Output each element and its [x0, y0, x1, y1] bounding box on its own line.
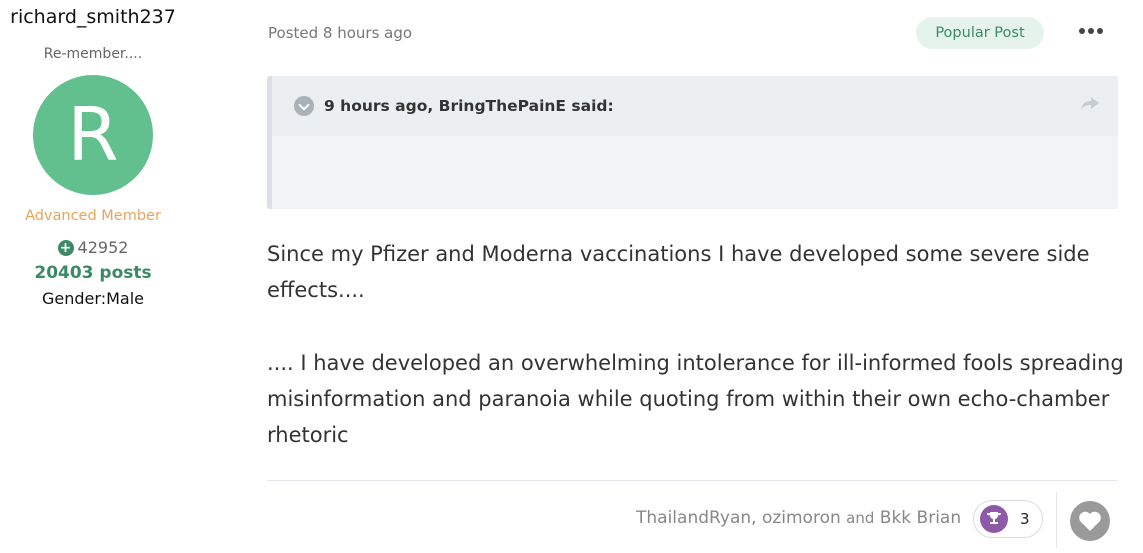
- reaction-count: 3: [1020, 510, 1030, 528]
- trophy-icon: [980, 505, 1008, 533]
- post-paragraph: Since my Pfizer and Moderna vaccinations…: [267, 242, 1090, 302]
- share-icon[interactable]: [1080, 96, 1100, 114]
- reputation: + 42952: [0, 238, 186, 257]
- quote-citation: 9 hours ago, BringThePainE said:: [324, 97, 614, 115]
- plus-circle-icon: +: [57, 239, 74, 256]
- chevron-down-icon[interactable]: [294, 96, 314, 116]
- author-username[interactable]: richard_smith237: [0, 5, 186, 30]
- post-paragraph: .... I have developed an overwhelming in…: [267, 351, 1124, 447]
- member-rank: Advanced Member: [25, 208, 161, 224]
- divider: [267, 480, 1118, 481]
- post-count[interactable]: 20403 posts: [0, 263, 186, 283]
- post-content: Since my Pfizer and Moderna vaccinations…: [267, 236, 1127, 490]
- reaction-and: and: [846, 509, 875, 527]
- reaction-user-list[interactable]: ThailandRyan, ozimoron: [636, 508, 841, 528]
- dot: [1097, 28, 1103, 34]
- author-title: Re-member....: [43, 46, 143, 62]
- reaction-users[interactable]: ThailandRyan, ozimoron and Bkk Brian: [636, 508, 961, 528]
- reaction-summary[interactable]: 3: [973, 500, 1043, 538]
- dot: [1079, 28, 1085, 34]
- divider: [1056, 492, 1057, 548]
- dot: [1088, 28, 1094, 34]
- reputation-count: 42952: [77, 238, 129, 257]
- quote-block: 9 hours ago, BringThePainE said:: [267, 76, 1118, 209]
- popular-post-badge: Popular Post: [916, 17, 1044, 49]
- heart-icon[interactable]: [1070, 501, 1110, 541]
- author-gender: Gender:Male: [42, 289, 144, 308]
- reaction-user-last[interactable]: Bkk Brian: [880, 508, 961, 528]
- quote-header[interactable]: 9 hours ago, BringThePainE said:: [272, 76, 1118, 136]
- author-panel: richard_smith237 Re-member.... R Advance…: [0, 0, 186, 308]
- post-timestamp[interactable]: Posted 8 hours ago: [268, 24, 412, 42]
- avatar[interactable]: R: [33, 75, 153, 195]
- ellipsis-icon[interactable]: [1076, 17, 1106, 45]
